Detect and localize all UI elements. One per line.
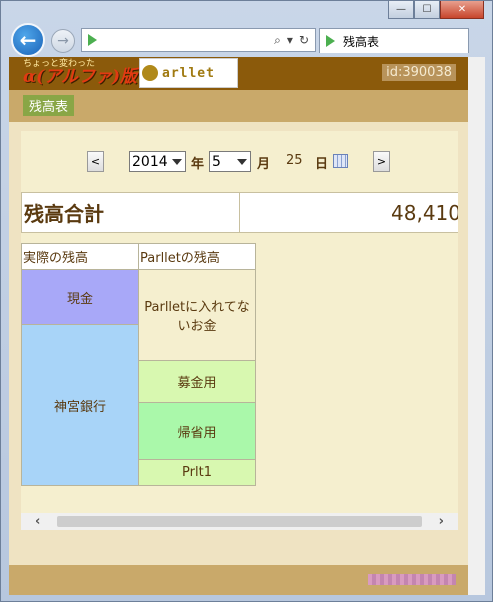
parllet-prlt1[interactable]: Prlt1 [138, 459, 256, 486]
month-value: 5 [212, 153, 221, 170]
total-balance-table: 残高合計 48,410 [21, 192, 458, 233]
balance-table-tab[interactable]: 残高表 [23, 95, 75, 116]
browser-window: — ☐ ✕ ← → ⌕ ▾ ↻ 残高表 ちょっと変わった α(アルファ)版 ar… [0, 0, 493, 602]
total-value: 48,410 [391, 200, 458, 225]
month-unit: 月 [257, 157, 271, 172]
address-bar[interactable]: ⌕ ▾ ↻ [81, 28, 316, 52]
site-logo[interactable]: ちょっと変わった α(アルファ)版 [23, 60, 137, 86]
prev-day-button[interactable]: < [87, 151, 104, 172]
parllet-balance-header: Parlletの残高 [138, 243, 256, 270]
tab-page-icon [326, 35, 335, 47]
page-viewport: ちょっと変わった α(アルファ)版 arllet id:390038 残高表 <… [9, 57, 485, 595]
date-navigator: < 2014 年 5 月 25 日 > [21, 151, 458, 173]
parllet-logo-word: arllet [162, 65, 215, 81]
parllet-p-icon [142, 65, 158, 81]
window-controls: — ☐ ✕ [388, 1, 484, 19]
year-value: 2014 [132, 153, 168, 170]
next-day-button[interactable]: > [373, 151, 390, 172]
forward-arrow-icon: → [57, 33, 69, 49]
maximize-button[interactable]: ☐ [414, 1, 440, 19]
dropdown-icon[interactable]: ▾ [287, 33, 293, 48]
parllet-homecoming[interactable]: 帰省用 [138, 402, 256, 460]
scroll-thumb[interactable] [57, 516, 422, 527]
year-unit: 年 [191, 157, 205, 172]
parllet-donation[interactable]: 募金用 [138, 360, 256, 403]
parllet-unassigned[interactable]: Parlletに入れてないお金 [138, 269, 256, 361]
tab-title: 残高表 [343, 34, 380, 49]
site-header: ちょっと変わった α(アルファ)版 arllet id:390038 [9, 57, 468, 90]
horizontal-scrollbar[interactable]: ‹ › [21, 513, 458, 530]
chevron-down-icon [237, 158, 247, 165]
scroll-right-icon[interactable]: › [439, 514, 444, 529]
page-icon [88, 34, 97, 46]
parllet-logo[interactable]: arllet [139, 58, 238, 88]
back-button[interactable]: ← [11, 23, 45, 57]
actual-balance-header: 実際の残高 [21, 243, 139, 270]
browser-tab[interactable]: 残高表 [319, 28, 469, 53]
total-label: 残高合計 [22, 193, 240, 232]
user-id-badge: id:390038 [382, 64, 456, 81]
minimize-button[interactable]: — [388, 1, 414, 19]
refresh-icon[interactable]: ↻ [299, 33, 309, 48]
account-bank[interactable]: 神宮銀行 [21, 324, 139, 486]
back-arrow-icon: ← [19, 28, 37, 52]
year-select[interactable]: 2014 [129, 151, 186, 172]
vertical-scrollbar[interactable] [468, 57, 485, 595]
day-value: 25 [286, 153, 303, 168]
footer-blurred-text [368, 574, 456, 585]
scroll-left-icon[interactable]: ‹ [35, 514, 40, 529]
calendar-icon[interactable] [333, 154, 348, 168]
logo-title: α(アルファ)版 [23, 67, 137, 87]
day-unit: 日 [315, 157, 329, 172]
search-icon[interactable]: ⌕ [274, 33, 281, 48]
month-select[interactable]: 5 [209, 151, 251, 172]
main-content: < 2014 年 5 月 25 日 > 残高合計 48,410 実際の残高 Pa… [21, 131, 458, 521]
site-footer [9, 565, 468, 595]
account-cash[interactable]: 現金 [21, 269, 139, 325]
close-button[interactable]: ✕ [440, 1, 484, 19]
forward-button[interactable]: → [51, 29, 75, 53]
sub-navigation: 残高表 [9, 90, 468, 122]
address-tools: ⌕ ▾ ↻ [274, 33, 315, 48]
chevron-down-icon [172, 158, 182, 165]
